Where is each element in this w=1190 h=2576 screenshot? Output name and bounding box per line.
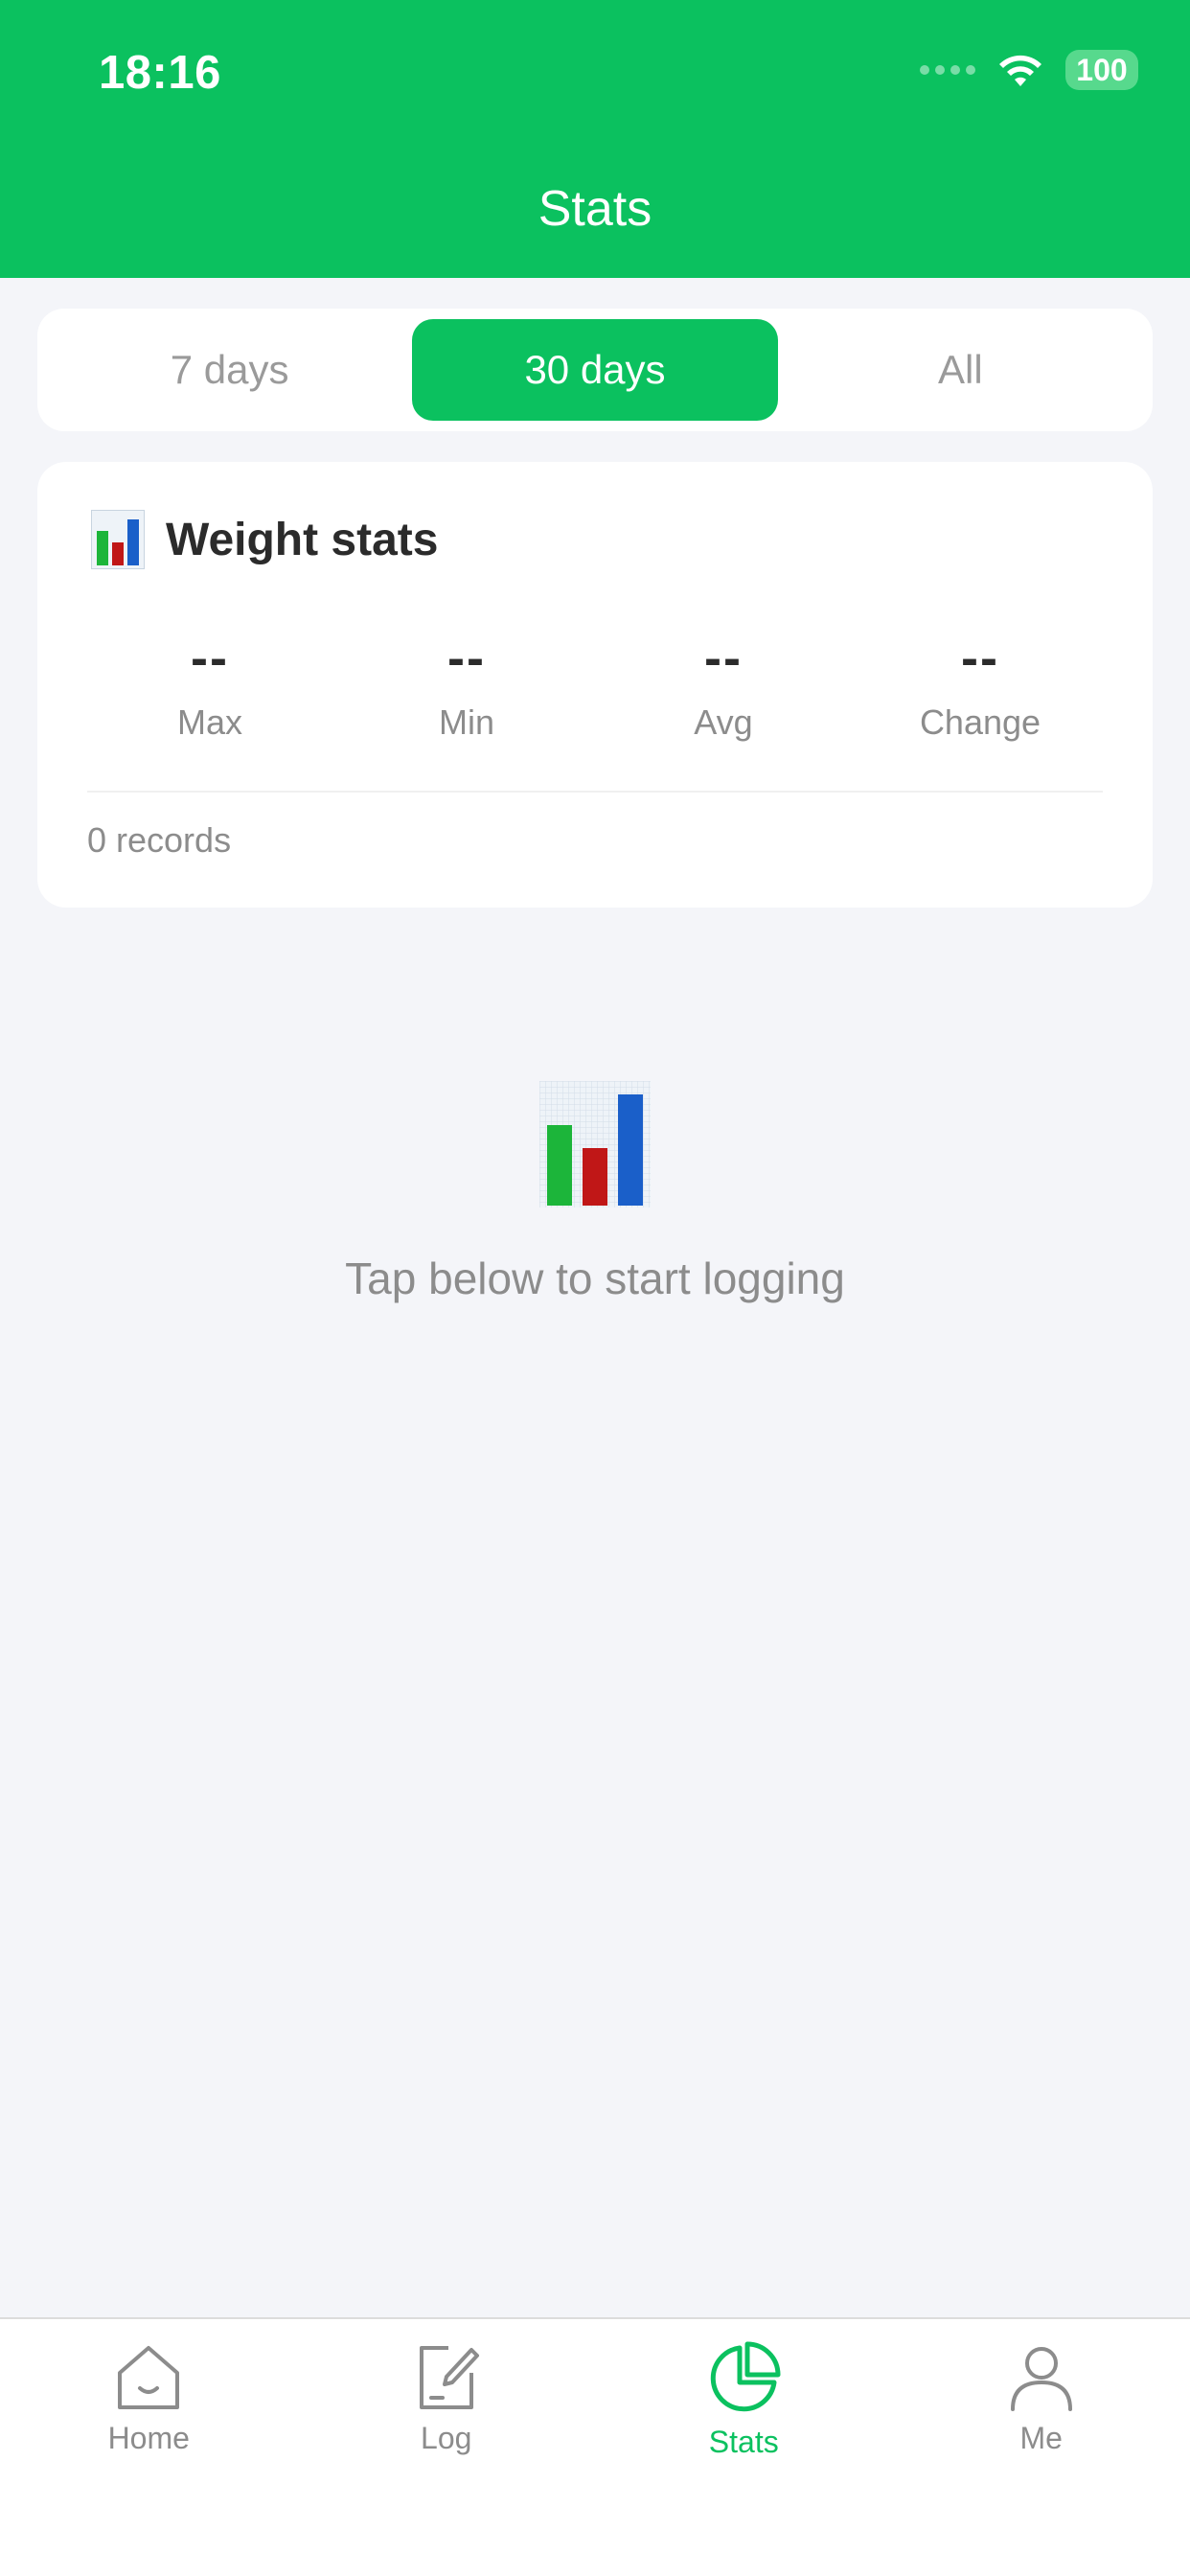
tab-30-days[interactable]: 30 days bbox=[412, 319, 778, 421]
stat-avg: -- Avg bbox=[595, 630, 852, 743]
stat-label: Change bbox=[919, 702, 1041, 742]
stat-value: -- bbox=[447, 630, 486, 687]
signal-dots-icon bbox=[920, 65, 975, 75]
bar-chart-icon bbox=[539, 1081, 651, 1208]
stat-label: Min bbox=[438, 702, 494, 742]
stat-value: -- bbox=[191, 630, 229, 687]
empty-state-text: Tap below to start logging bbox=[345, 1254, 845, 1303]
tab-label: Stats bbox=[708, 2425, 779, 2459]
card-title: Weight stats bbox=[166, 514, 439, 565]
stat-value: -- bbox=[961, 630, 999, 687]
stat-label: Avg bbox=[694, 702, 753, 742]
bottom-tab-bar: Home Log Stats Me bbox=[0, 2317, 1190, 2576]
home-icon bbox=[118, 2346, 180, 2409]
tab-me[interactable]: Me bbox=[893, 2319, 1190, 2576]
stat-value: -- bbox=[704, 630, 743, 687]
wifi-icon bbox=[999, 55, 1041, 86]
tab-log[interactable]: Log bbox=[298, 2319, 596, 2576]
weight-stats-card: Weight stats -- Max -- Min -- Avg -- Cha… bbox=[37, 462, 1153, 908]
tab-stats[interactable]: Stats bbox=[595, 2319, 893, 2576]
stat-change: -- Change bbox=[852, 630, 1109, 743]
header: 18:16 100 Stats bbox=[0, 0, 1190, 278]
tab-all[interactable]: All bbox=[778, 319, 1143, 421]
tab-label: Log bbox=[421, 2421, 472, 2455]
card-header: Weight stats bbox=[91, 510, 438, 569]
stats-row: -- Max -- Min -- Avg -- Change bbox=[81, 630, 1109, 743]
stats-screen: 18:16 100 Stats 7 days 30 days All Weigh… bbox=[0, 0, 1190, 2576]
stat-min: -- Min bbox=[338, 630, 595, 743]
user-icon bbox=[1010, 2347, 1072, 2411]
tab-label: Home bbox=[107, 2421, 190, 2455]
page-title: Stats bbox=[538, 181, 652, 237]
tab-home[interactable]: Home bbox=[0, 2319, 298, 2576]
stat-max: -- Max bbox=[81, 630, 338, 743]
bar-chart-icon bbox=[91, 510, 145, 569]
edit-icon bbox=[419, 2346, 479, 2409]
pie-chart-icon bbox=[711, 2341, 781, 2412]
status-icons: 100 bbox=[920, 50, 1138, 90]
range-tabs: 7 days 30 days All bbox=[37, 309, 1153, 431]
tab-7-days[interactable]: 7 days bbox=[47, 319, 412, 421]
tab-label: Me bbox=[1019, 2421, 1063, 2455]
status-time: 18:16 bbox=[99, 47, 221, 99]
records-count: 0 records bbox=[87, 820, 232, 860]
stat-label: Max bbox=[176, 702, 242, 742]
battery-icon: 100 bbox=[1065, 50, 1138, 90]
divider bbox=[87, 791, 1103, 793]
